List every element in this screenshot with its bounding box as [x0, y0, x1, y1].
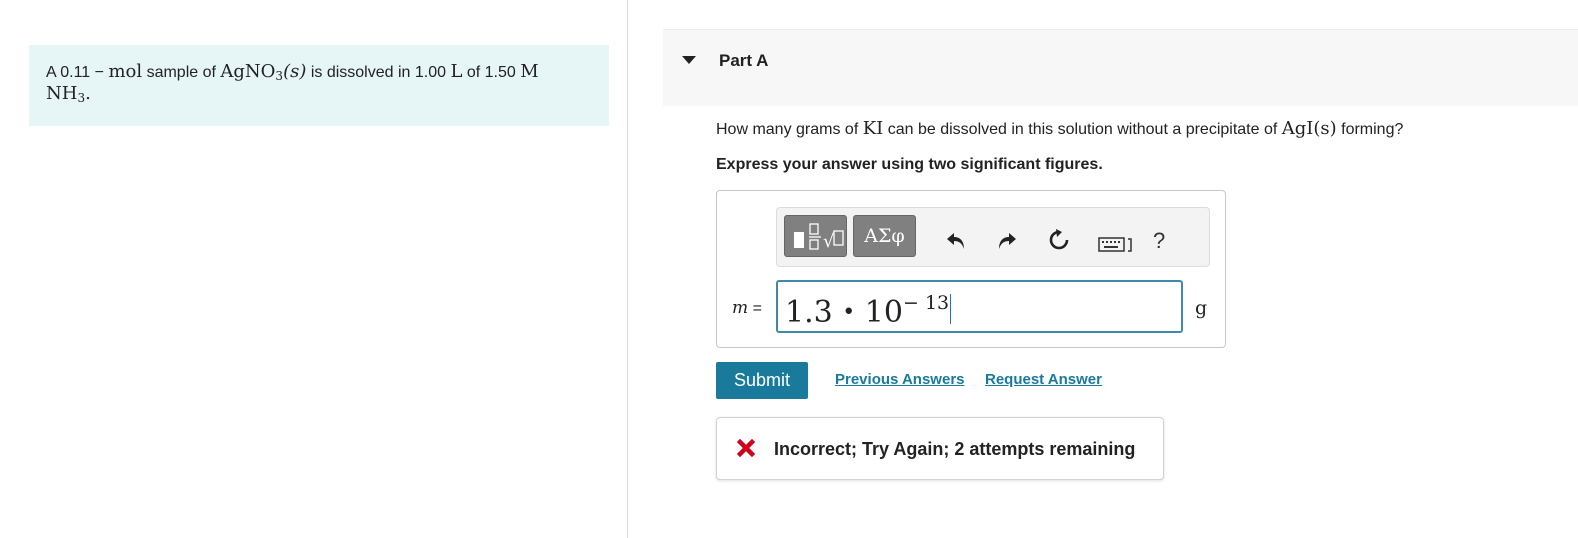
question-text: How many grams of KI can be dissolved in… — [716, 118, 1403, 139]
svg-text:√: √ — [823, 231, 835, 252]
previous-answers-link[interactable]: Previous Answers — [835, 371, 965, 388]
part-title: Part A — [719, 51, 769, 70]
part-header[interactable]: Part A — [663, 29, 1578, 106]
reset-icon[interactable] — [1047, 228, 1071, 252]
math-toolbar: √ ΑΣφ ? — [776, 207, 1210, 267]
intro-formula: AgNO3(s) — [220, 61, 307, 83]
undo-icon[interactable] — [945, 230, 967, 252]
answer-box: √ ΑΣφ ? m = 1.3 • 10− 13 g — [716, 190, 1226, 348]
intro-sample-text: sample of — [146, 64, 216, 81]
templates-button[interactable]: √ — [784, 215, 847, 257]
x-icon — [737, 439, 755, 457]
variable-label: m = — [732, 298, 762, 318]
question-precipitate: AgI(s) — [1281, 118, 1337, 139]
question-text-middle: can be dissolved in this solution withou… — [887, 121, 1278, 138]
question-text-after: forming? — [1341, 121, 1404, 138]
answer-value: 1.3 • 10− 13 — [785, 292, 952, 330]
request-answer-link[interactable]: Request Answer — [985, 371, 1102, 388]
question-text-before: How many grams of — [716, 121, 859, 138]
unit-label: g — [1195, 297, 1208, 319]
answer-input[interactable]: 1.3 • 10− 13 — [776, 280, 1183, 333]
intro-unit-M: M — [520, 61, 539, 82]
answer-exponent: − 13 — [902, 292, 950, 314]
question-compound: KI — [862, 118, 884, 139]
intro-nh3: NH3. — [46, 83, 91, 105]
redo-icon[interactable] — [996, 230, 1018, 252]
intro-of-text: of 1.50 — [466, 64, 516, 81]
templates-icon: √ — [794, 223, 844, 252]
intro-dash: − — [94, 64, 104, 81]
text-cursor — [950, 294, 952, 324]
keyboard-icon[interactable] — [1098, 237, 1134, 253]
intro-unit-L: L — [450, 61, 463, 82]
intro-middle-text: is dissolved in 1.00 — [310, 64, 446, 81]
greek-symbols-button[interactable]: ΑΣφ — [853, 215, 916, 257]
intro-unit-mol: mol — [108, 61, 143, 82]
feedback-message: Incorrect; Try Again; 2 attempts remaini… — [774, 439, 1136, 459]
instruction-text: Express your answer using two significan… — [716, 156, 1103, 173]
help-icon[interactable]: ? — [1153, 228, 1165, 254]
column-divider — [627, 0, 628, 538]
collapse-triangle-icon[interactable] — [682, 56, 696, 64]
feedback-box: Incorrect; Try Again; 2 attempts remaini… — [716, 417, 1164, 480]
intro-prefix: A 0.11 — [46, 64, 91, 81]
problem-intro: A 0.11 − mol sample of AgNO3(s) is disso… — [29, 45, 609, 126]
submit-button[interactable]: Submit — [716, 362, 808, 399]
